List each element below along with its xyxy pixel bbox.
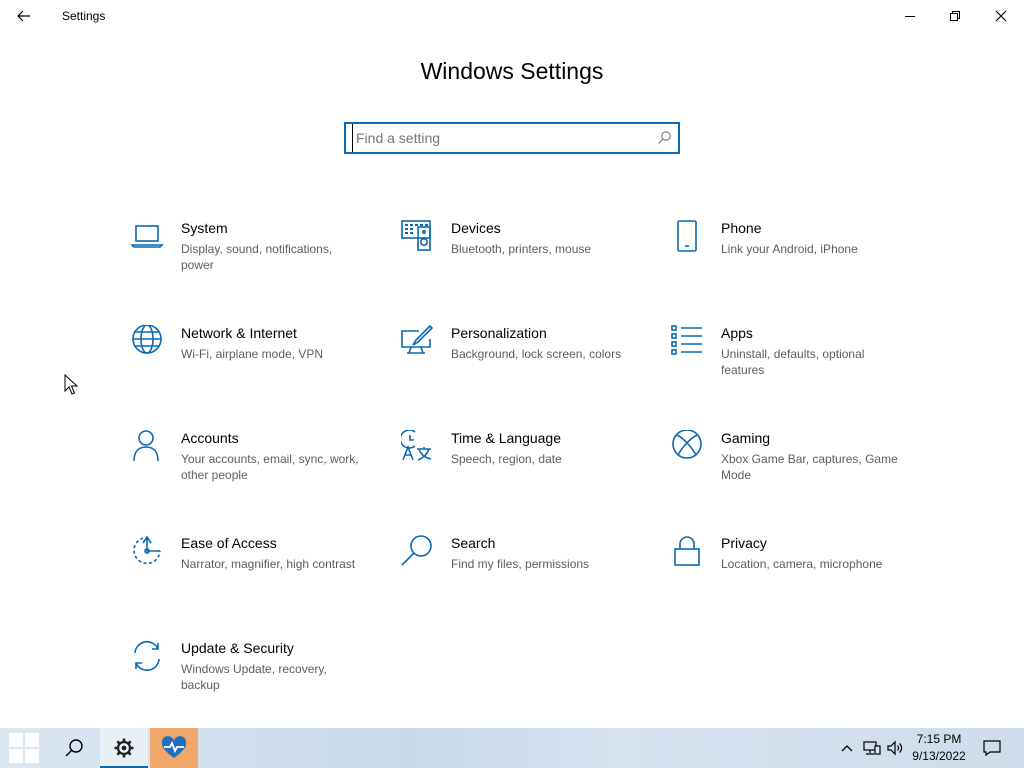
taskbar: 7:15 PM 9/13/2022 — [0, 728, 1024, 768]
windows-logo-icon — [9, 733, 39, 763]
tile-ease-of-access-description: Narrator, magnifier, high contrast — [181, 557, 356, 571]
time-language-icon — [401, 430, 432, 461]
network-icon — [863, 741, 881, 755]
heart-pulse-icon — [161, 736, 187, 758]
taskbar-settings-app[interactable] — [100, 728, 148, 768]
taskbar-clock[interactable]: 7:15 PM 9/13/2022 — [906, 731, 972, 765]
tile-apps-name: Apps — [721, 325, 753, 341]
tile-network-internet[interactable]: Network & Internet Wi-Fi, airplane mode,… — [131, 325, 371, 405]
xbox-icon — [672, 430, 702, 459]
minimize-button[interactable] — [887, 0, 933, 32]
close-icon — [995, 10, 1007, 22]
minimize-icon — [905, 16, 915, 17]
tile-network-internet-name: Network & Internet — [181, 325, 297, 341]
tile-system-name: System — [181, 220, 228, 236]
tile-ease-of-access-name: Ease of Access — [181, 535, 277, 551]
phone-icon — [677, 220, 697, 252]
tile-time-language[interactable]: Time & Language Speech, region, date — [401, 430, 641, 510]
close-button[interactable] — [978, 0, 1024, 32]
tile-devices-name: Devices — [451, 220, 501, 236]
laptop-icon — [131, 225, 164, 248]
start-button[interactable] — [0, 728, 48, 768]
gear-icon — [114, 738, 134, 758]
clock-time: 7:15 PM — [916, 732, 962, 746]
tile-accounts[interactable]: Accounts Your accounts, email, sync, wor… — [131, 430, 371, 510]
chevron-up-icon — [841, 745, 853, 752]
tile-time-language-description: Speech, region, date — [451, 452, 562, 466]
tile-gaming-description: Xbox Game Bar, captures, Game Mode — [721, 452, 898, 482]
tile-gaming[interactable]: Gaming Xbox Game Bar, captures, Game Mod… — [671, 430, 911, 510]
tile-personalization[interactable]: Personalization Background, lock screen,… — [401, 325, 641, 405]
tile-personalization-name: Personalization — [451, 325, 547, 341]
ease-of-access-icon — [133, 535, 161, 565]
notification-icon — [983, 740, 1001, 756]
tile-privacy-name: Privacy — [721, 535, 767, 551]
restore-button[interactable] — [932, 0, 978, 32]
tile-privacy[interactable]: Privacy Location, camera, microphone — [671, 535, 911, 615]
search-icon — [658, 131, 671, 144]
clock-date: 9/13/2022 — [912, 749, 966, 763]
tile-apps-description: Uninstall, defaults, optional features — [721, 347, 865, 377]
sync-arrows-icon — [134, 640, 160, 672]
tile-personalization-description: Background, lock screen, colors — [451, 347, 622, 361]
tile-apps[interactable]: Apps Uninstall, defaults, optional featu… — [671, 325, 911, 405]
apps-list-icon — [671, 325, 702, 355]
tile-devices-description: Bluetooth, printers, mouse — [451, 242, 592, 256]
tile-network-internet-description: Wi-Fi, airplane mode, VPN — [181, 347, 324, 361]
title-bar: Settings — [0, 0, 1024, 32]
search-input[interactable] — [352, 124, 642, 152]
tile-search[interactable]: Search Find my files, permissions — [401, 535, 641, 615]
tile-search-description: Find my files, permissions — [451, 557, 590, 571]
network-tray-button[interactable] — [860, 728, 884, 768]
tile-phone-description: Link your Android, iPhone — [721, 242, 858, 256]
monitor-brush-icon — [401, 325, 434, 354]
restore-icon — [950, 11, 960, 21]
app-title: Settings — [62, 9, 106, 23]
tile-system[interactable]: System Display, sound, notifications, po… — [131, 220, 371, 300]
tile-time-language-name: Time & Language — [451, 430, 561, 446]
mouse-pointer-icon — [64, 374, 78, 395]
tile-phone-name: Phone — [721, 220, 762, 236]
tile-devices[interactable]: Devices Bluetooth, printers, mouse — [401, 220, 641, 300]
search-box[interactable] — [344, 122, 680, 154]
lock-icon — [674, 536, 700, 566]
tile-update-security[interactable]: Update & Security Windows Update, recove… — [131, 640, 371, 720]
action-center-button[interactable] — [976, 728, 1008, 768]
show-hidden-icons-button[interactable] — [836, 728, 858, 768]
magnifier-icon — [401, 535, 432, 566]
keyboard-speaker-icon — [401, 220, 431, 251]
tile-phone[interactable]: Phone Link your Android, iPhone — [671, 220, 911, 300]
tile-accounts-name: Accounts — [181, 430, 239, 446]
person-icon — [133, 430, 159, 462]
back-arrow-icon — [17, 10, 30, 22]
tile-search-name: Search — [451, 535, 496, 551]
globe-icon — [132, 325, 162, 354]
settings-window: Settings Windows Settings Find a setting… — [0, 0, 1024, 728]
back-button[interactable] — [6, 0, 42, 32]
tile-gaming-name: Gaming — [721, 430, 771, 446]
taskbar-health-app[interactable] — [150, 728, 198, 768]
tile-ease-of-access[interactable]: Ease of Access Narrator, magnifier, high… — [131, 535, 371, 615]
volume-tray-button[interactable] — [884, 728, 906, 768]
tile-system-description: Display, sound, notifications, power — [181, 242, 333, 272]
page-title: Windows Settings — [420, 58, 604, 84]
taskbar-search-button[interactable] — [52, 728, 96, 768]
search-icon — [65, 739, 83, 757]
speaker-icon — [887, 740, 903, 756]
tile-update-security-description: Windows Update, recovery, backup — [181, 662, 327, 692]
tile-accounts-description: Your accounts, email, sync, work, other … — [181, 452, 359, 482]
tile-update-security-name: Update & Security — [181, 640, 294, 656]
tile-privacy-description: Location, camera, microphone — [721, 557, 883, 571]
